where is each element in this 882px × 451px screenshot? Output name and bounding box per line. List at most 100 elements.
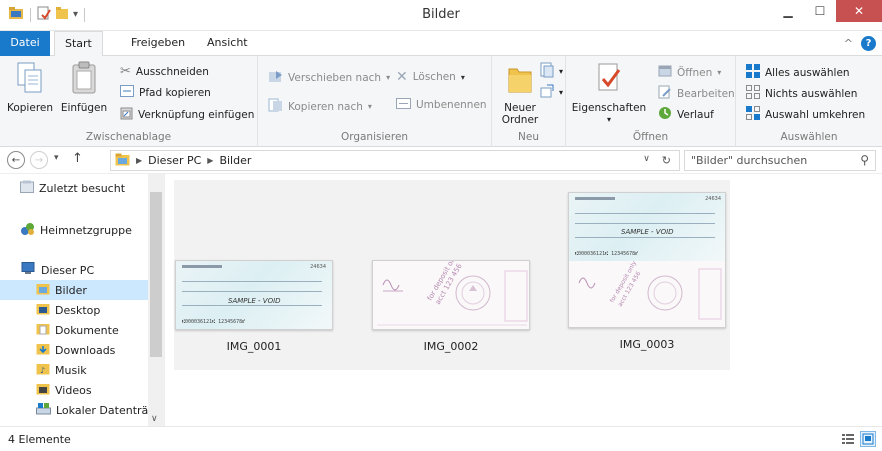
address-dropdown-icon[interactable]: ∨	[643, 154, 650, 167]
select-all-button[interactable]: Alles auswählen	[746, 64, 850, 81]
cut-label: Ausschneiden	[135, 65, 209, 78]
recent-locations-icon[interactable]: ▾	[54, 153, 59, 163]
back-icon[interactable]: ←	[7, 151, 25, 169]
nav-item-this-pc[interactable]: Dieser PC	[0, 260, 148, 280]
chevron-down-icon: ▾	[717, 68, 722, 77]
tab-share[interactable]: Freigeben	[121, 31, 195, 56]
up-icon[interactable]: ↑	[72, 151, 83, 166]
file-name: IMG_0003	[619, 338, 675, 351]
breadcrumb-separator-icon: ▶	[207, 156, 214, 165]
search-input[interactable]: "Bilder" durchsuchen ⚲	[684, 150, 876, 171]
properties-icon	[595, 61, 623, 98]
micr-line: ⑆000036121⑆ 12345678⑈	[182, 319, 246, 325]
delete-label: Löschen	[412, 71, 456, 83]
nav-item-documents[interactable]: Dokumente	[0, 320, 148, 340]
item-count: 4 Elemente	[8, 433, 71, 446]
history-button[interactable]: Verlauf	[658, 106, 714, 123]
nav-scrollbar-thumb[interactable]	[150, 192, 162, 357]
rename-icon	[396, 98, 411, 112]
properties-button[interactable]: Eigenschaften ▾	[572, 61, 646, 126]
maximize-icon[interactable]: ☐	[804, 0, 836, 22]
help-icon[interactable]: ?	[861, 36, 876, 51]
check-line	[182, 291, 322, 292]
desktop-folder-icon	[36, 302, 50, 318]
delete-button[interactable]: ✕ Löschen ▾	[396, 69, 465, 85]
select-none-icon	[746, 85, 760, 102]
new-folder-button[interactable]: Neuer Ordner	[500, 61, 540, 126]
nav-item-desktop[interactable]: Desktop	[0, 300, 148, 320]
copy-to-button[interactable]: Kopieren nach ▾	[268, 98, 372, 115]
ribbon-tabs: Datei Start Freigeben Ansicht ^ ?	[0, 31, 882, 57]
delete-icon: ✕	[396, 69, 408, 85]
new-folder-label-1: Neuer	[504, 102, 536, 114]
move-to-label: Verschieben nach	[288, 71, 382, 84]
history-icon	[658, 106, 672, 123]
copy-to-label: Kopieren nach	[288, 100, 363, 113]
search-icon[interactable]: ⚲	[860, 151, 869, 170]
file-thumbnail: for deposit only acct 123 456	[372, 260, 530, 330]
nav-label: Desktop	[55, 303, 101, 317]
void-text: SAMPLE - VOID	[621, 228, 674, 236]
group-label-organize: Organisieren	[340, 131, 409, 143]
new-item-icon	[540, 62, 554, 81]
nav-item-local-disk[interactable]: Lokaler Datenträg	[0, 400, 148, 420]
paste-shortcut-button[interactable]: Verknüpfung einfügen	[120, 106, 254, 123]
nav-item-downloads[interactable]: Downloads	[0, 340, 148, 360]
check-number: 24634	[310, 264, 326, 270]
ribbon: Kopieren Einfügen ✂ Ausschneiden Pfad ko…	[0, 56, 882, 147]
tab-view[interactable]: Ansicht	[197, 31, 258, 56]
details-view-icon[interactable]	[840, 431, 856, 447]
new-folder-icon	[506, 61, 534, 98]
tab-start[interactable]: Start	[54, 31, 103, 57]
close-icon[interactable]: ✕	[836, 0, 882, 22]
group-label-open: Öffnen	[632, 131, 669, 143]
nav-item-homegroup[interactable]: Heimnetzgruppe	[0, 220, 148, 240]
collapse-ribbon-icon[interactable]: ^	[844, 37, 853, 50]
nav-scrollbar[interactable]: ∨	[148, 174, 164, 426]
open-icon	[658, 64, 672, 81]
file-thumbnail: 24634 SAMPLE - VOID ⑆000036121⑆ 12345678…	[568, 192, 726, 328]
chevron-down-icon: ▾	[367, 102, 372, 111]
title-bar: ▾ Bilder ▁ ☐ ✕	[0, 0, 882, 31]
file-name: IMG_0002	[423, 340, 479, 353]
breadcrumb-pictures[interactable]: Bilder	[219, 154, 251, 167]
select-all-icon	[746, 64, 760, 81]
tab-file[interactable]: Datei	[0, 31, 50, 56]
file-thumbnail: 24634 SAMPLE - VOID ⑆000036121⑆ 12345678…	[175, 260, 333, 330]
paste-button[interactable]: Einfügen	[60, 61, 108, 114]
copy-path-button[interactable]: Pfad kopieren	[120, 85, 211, 100]
file-name: IMG_0001	[226, 340, 282, 353]
nav-label: Dieser PC	[41, 263, 95, 277]
chevron-down-icon: ▾	[460, 72, 465, 82]
rename-button[interactable]: Umbenennen	[396, 98, 487, 112]
homegroup-icon	[20, 222, 35, 239]
nav-item-pictures[interactable]: Bilder	[0, 280, 148, 300]
new-item-button[interactable]: ▾	[540, 62, 563, 81]
new-folder-label-2: Ordner	[501, 114, 539, 126]
address-bar[interactable]: ▶ Dieser PC ▶ Bilder ∨ ↻	[110, 150, 680, 171]
forward-icon[interactable]: →	[30, 151, 48, 169]
invert-selection-button[interactable]: Auswahl umkehren	[746, 106, 865, 123]
open-button[interactable]: Öffnen ▾	[658, 64, 721, 81]
file-item[interactable]: 24634 SAMPLE - VOID ⑆000036121⑆ 12345678…	[567, 192, 727, 351]
file-view: 24634 SAMPLE - VOID ⑆000036121⑆ 12345678…	[174, 180, 730, 370]
nav-item-recent[interactable]: Zuletzt besucht	[0, 178, 148, 198]
cut-button[interactable]: ✂ Ausschneiden	[120, 64, 209, 79]
select-none-button[interactable]: Nichts auswählen	[746, 85, 857, 102]
file-item[interactable]: for deposit only acct 123 456 IMG_0002	[371, 260, 531, 353]
select-all-label: Alles auswählen	[765, 66, 850, 79]
breadcrumb-this-pc[interactable]: Dieser PC	[148, 154, 201, 167]
nav-item-videos[interactable]: Videos	[0, 380, 148, 400]
edit-button[interactable]: Bearbeiten	[658, 85, 735, 102]
move-to-button[interactable]: Verschieben nach ▾	[268, 69, 390, 86]
copy-button[interactable]: Kopieren	[6, 61, 54, 114]
large-icons-view-icon[interactable]	[860, 431, 876, 447]
nav-label: Heimnetzgruppe	[40, 223, 132, 237]
refresh-icon[interactable]: ↻	[662, 154, 671, 167]
easy-access-button[interactable]: ▾	[540, 84, 563, 101]
minimize-icon[interactable]: ▁	[772, 0, 804, 22]
nav-item-music[interactable]: ♪ Musik	[0, 360, 148, 380]
file-item[interactable]: 24634 SAMPLE - VOID ⑆000036121⑆ 12345678…	[174, 260, 334, 353]
scroll-down-icon[interactable]: ∨	[151, 414, 158, 424]
micr-line: ⑆000036121⑆ 12345678⑈	[575, 251, 639, 257]
